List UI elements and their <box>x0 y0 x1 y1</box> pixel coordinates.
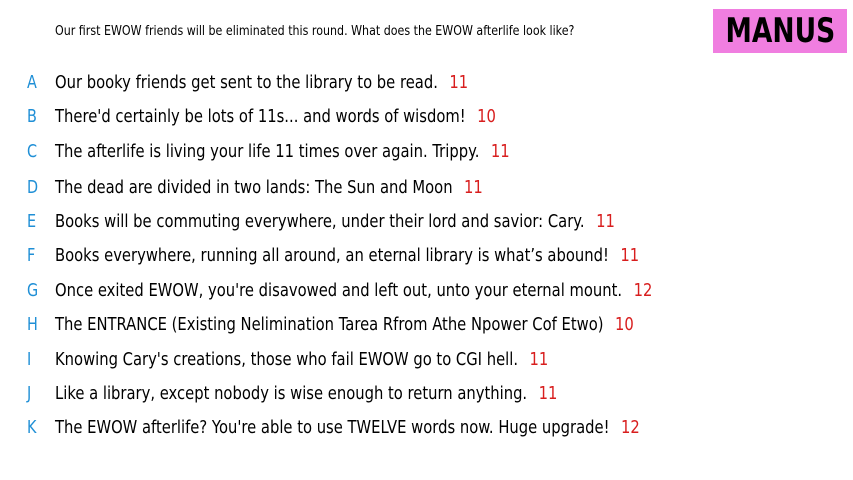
word-count: 11 <box>538 383 558 404</box>
response-letter: F <box>27 245 36 266</box>
word-count: 12 <box>633 280 653 301</box>
response-letter: B <box>27 106 37 127</box>
response-letter: H <box>27 314 38 335</box>
response-letter: D <box>27 177 39 198</box>
contestant-name: MANUS <box>725 11 835 51</box>
response-letter: K <box>27 417 37 438</box>
response-text: Books everywhere, running all around, an… <box>55 245 609 266</box>
response-letter: G <box>27 280 39 301</box>
contestant-name-badge: MANUS <box>713 9 847 53</box>
word-count: 11 <box>529 349 549 370</box>
prompt-text: Our first EWOW friends will be eliminate… <box>55 23 575 39</box>
response-letter: C <box>27 141 38 162</box>
word-count: 12 <box>620 417 640 438</box>
word-count: 11 <box>620 245 640 266</box>
response-letter: I <box>27 349 32 370</box>
response-text: Books will be commuting everywhere, unde… <box>55 211 585 232</box>
response-text: Our booky friends get sent to the librar… <box>55 72 438 93</box>
response-text: The afterlife is living your life 11 tim… <box>55 141 480 162</box>
response-text: Like a library, except nobody is wise en… <box>55 383 528 404</box>
response-text: Once exited EWOW, you're disavowed and l… <box>55 280 623 301</box>
response-text: The dead are divided in two lands: The S… <box>55 177 453 198</box>
word-count: 11 <box>464 177 483 198</box>
response-text: There'd certainly be lots of 11s... and … <box>55 106 466 127</box>
response-letter: A <box>27 72 37 93</box>
word-count: 11 <box>490 141 510 162</box>
word-count: 11 <box>596 211 615 232</box>
word-count: 11 <box>449 72 469 93</box>
word-count: 10 <box>614 314 634 335</box>
response-letter: J <box>27 383 32 404</box>
response-text: The EWOW afterlife? You're able to use T… <box>55 417 610 438</box>
response-letter: E <box>27 211 37 232</box>
response-text: The ENTRANCE (Existing Nelimination Tare… <box>55 314 604 335</box>
word-count: 10 <box>477 106 496 127</box>
response-text: Knowing Cary's creations, those who fail… <box>55 349 519 370</box>
